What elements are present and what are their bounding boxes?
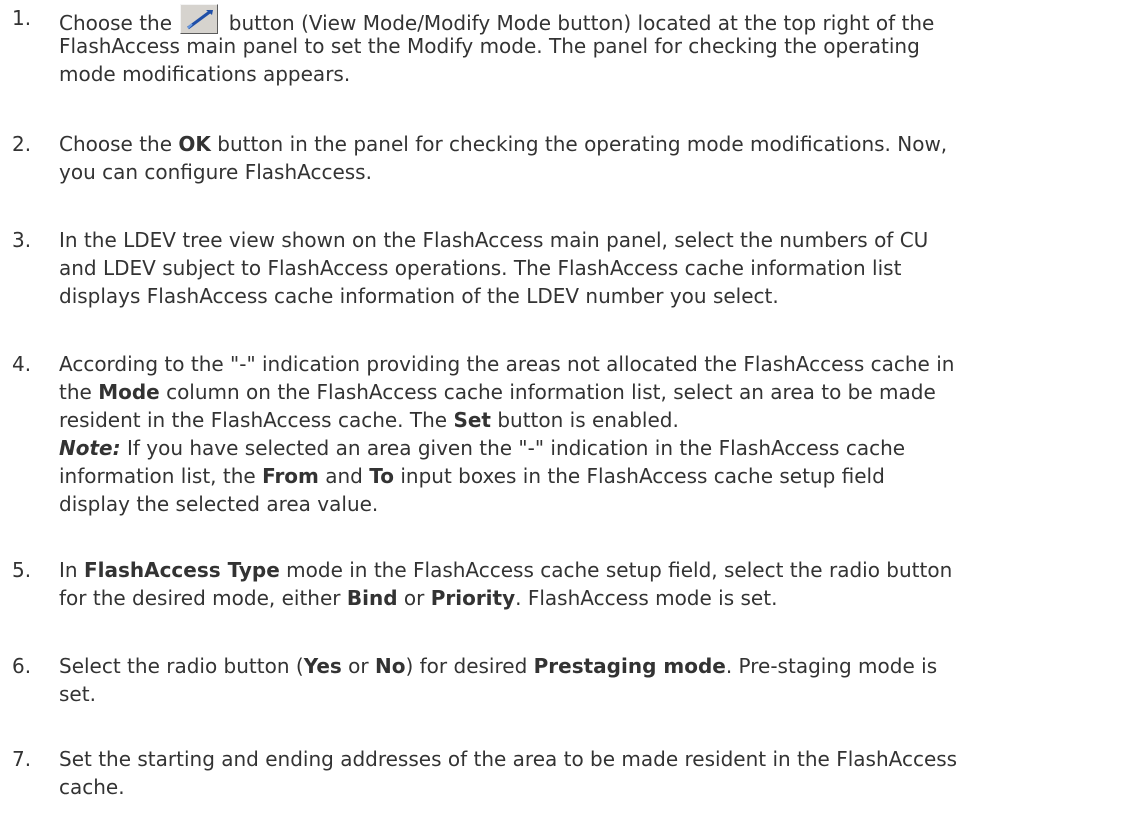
step-line: Set the starting and ending addresses of… bbox=[59, 747, 958, 771]
step-line: you can configure FlashAccess. bbox=[59, 160, 372, 184]
text-run: for the desired mode, either bbox=[59, 586, 341, 610]
step-number: 6. bbox=[12, 654, 32, 678]
text-run: or bbox=[403, 586, 425, 610]
step-line: displays FlashAccess cache information o… bbox=[59, 284, 779, 308]
bold-term: Mode bbox=[98, 380, 160, 404]
text-run: the bbox=[59, 380, 92, 404]
text-run: information list, the bbox=[59, 464, 256, 488]
bold-term: OK bbox=[178, 132, 211, 156]
bold-term: Prestaging mode bbox=[533, 654, 726, 678]
bold-term: To bbox=[369, 464, 394, 488]
text-run: In bbox=[59, 558, 78, 582]
step-text: Set the starting and ending addresses of… bbox=[59, 745, 1125, 801]
note-line: display the selected area value. bbox=[59, 492, 379, 516]
step-number: 3. bbox=[12, 228, 32, 252]
step-line: the Mode column on the FlashAccess cache… bbox=[59, 378, 1125, 406]
text-run: column on the FlashAccess cache informat… bbox=[166, 380, 936, 404]
bold-term: FlashAccess Type bbox=[83, 558, 280, 582]
step-text: According to the "-" indication providin… bbox=[59, 350, 1125, 518]
text-run: Select the radio button ( bbox=[59, 654, 304, 678]
step-text: Choose the button (View Mode/Modify Mode… bbox=[59, 4, 1125, 88]
document-page: 1. Choose the button (View Mode/Modify M… bbox=[0, 0, 1130, 818]
step-number: 4. bbox=[12, 352, 32, 376]
step-line: and LDEV subject to FlashAccess operatio… bbox=[59, 256, 902, 280]
bold-term: No bbox=[375, 654, 406, 678]
step-line: cache. bbox=[59, 775, 125, 799]
step-line: In the LDEV tree view shown on the Flash… bbox=[59, 228, 929, 252]
step-line: Select the radio button (Yes or No) for … bbox=[59, 652, 1125, 680]
step-text: Select the radio button (Yes or No) for … bbox=[59, 652, 1125, 708]
bold-term: Bind bbox=[346, 586, 398, 610]
text-run: ) for desired bbox=[405, 654, 528, 678]
step-number: 5. bbox=[12, 558, 32, 582]
step-line: mode modifications appears. bbox=[59, 62, 351, 86]
view-modify-mode-pen-icon bbox=[180, 4, 219, 34]
text-run: or bbox=[348, 654, 369, 678]
step-line: Choose the button (View Mode/Modify Mode… bbox=[59, 4, 1125, 35]
note-label: Note: bbox=[59, 436, 121, 460]
step-line: set. bbox=[59, 682, 96, 706]
step-number: 2. bbox=[12, 132, 32, 156]
text-run: resident in the FlashAccess cache. The bbox=[59, 408, 448, 432]
bold-term: Set bbox=[453, 408, 491, 432]
text-run: If you have selected an area given the "… bbox=[126, 436, 906, 460]
step-line: Choose the OK button in the panel for ch… bbox=[59, 130, 1125, 158]
step-line: In FlashAccess Type mode in the FlashAcc… bbox=[59, 556, 1125, 584]
text-run: mode in the FlashAccess cache setup fiel… bbox=[286, 558, 953, 582]
step-text: In FlashAccess Type mode in the FlashAcc… bbox=[59, 556, 1125, 612]
step-line: According to the "-" indication providin… bbox=[59, 352, 955, 376]
text-run: . FlashAccess mode is set. bbox=[515, 586, 778, 610]
bold-term: Priority bbox=[430, 586, 516, 610]
step-line: FlashAccess main panel to set the Modify… bbox=[59, 34, 920, 58]
text-run: and bbox=[325, 464, 363, 488]
text-run: button is enabled. bbox=[497, 408, 679, 432]
text-run: . Pre-staging mode is bbox=[725, 654, 938, 678]
step-line: for the desired mode, either Bind or Pri… bbox=[59, 584, 1125, 612]
step-text: In the LDEV tree view shown on the Flash… bbox=[59, 226, 1125, 310]
step-number: 1. bbox=[12, 6, 32, 30]
bold-term: From bbox=[262, 464, 319, 488]
text-run: button in the panel for checking the ope… bbox=[217, 132, 948, 156]
text-run: Choose the bbox=[59, 132, 173, 156]
text-run: input boxes in the FlashAccess cache set… bbox=[400, 464, 885, 488]
step-text: Choose the OK button in the panel for ch… bbox=[59, 130, 1125, 186]
note-line: Note: If you have selected an area given… bbox=[59, 434, 1125, 462]
note-line: information list, the From and To input … bbox=[59, 462, 1125, 490]
step-number: 7. bbox=[12, 747, 32, 771]
step-line: resident in the FlashAccess cache. The S… bbox=[59, 406, 1125, 434]
bold-term: Yes bbox=[303, 654, 342, 678]
